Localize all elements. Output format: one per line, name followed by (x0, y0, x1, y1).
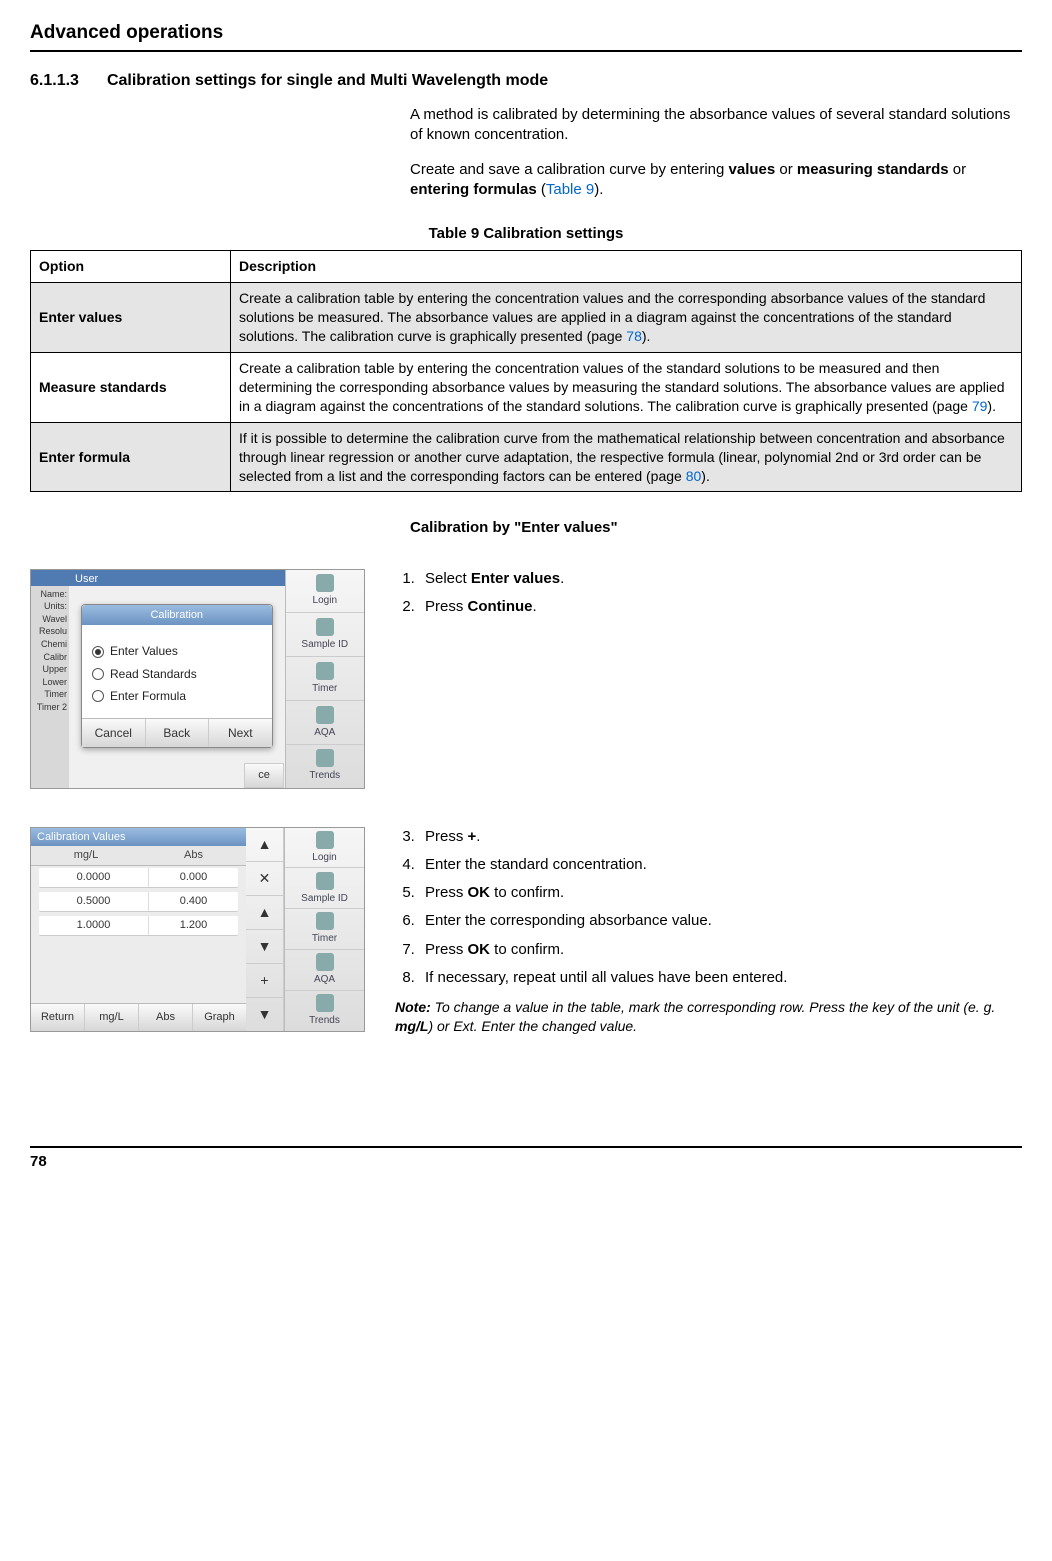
calibration-settings-table: Option Description Enter values Create a… (30, 250, 1022, 492)
steps-block-1: Select Enter values. Press Continue. (395, 569, 1022, 628)
option-cell: Enter formula (31, 422, 231, 492)
trends-icon (316, 749, 334, 767)
sidebar-timer[interactable]: Timer (286, 656, 364, 700)
calibration-dialog-screenshot: Name: Units: Wavel Resolu Chemi Calibr U… (30, 569, 365, 789)
col-option: Option (31, 251, 231, 283)
trends-icon (316, 994, 334, 1012)
col-mgl: mg/L (31, 848, 141, 863)
intro-text: A method is calibrated by determining th… (410, 105, 1022, 200)
sample-id-icon (316, 618, 334, 636)
plus-icon[interactable]: + (246, 963, 283, 997)
cancel-button[interactable]: Cancel (82, 719, 145, 747)
step-4: Enter the standard concentration. (419, 855, 1022, 875)
step-5: Press OK to confirm. (419, 883, 1022, 903)
nav-up-icon[interactable]: ▲ (246, 828, 283, 861)
arrow-up-icon[interactable]: ▲ (246, 895, 283, 929)
aqa-icon (316, 706, 334, 724)
sidebar-sample-id[interactable]: Sample ID (285, 867, 364, 908)
back-button[interactable]: Back (145, 719, 209, 747)
page-number: 78 (30, 1153, 47, 1170)
desc-cell: Create a calibration table by entering t… (231, 283, 1022, 353)
desc-cell: If it is possible to determine the calib… (231, 422, 1022, 492)
desc-cell: Create a calibration table by entering t… (231, 353, 1022, 423)
calibration-method-header: Calibration by "Enter values" (410, 518, 1022, 538)
values-title-bar: Calibration Values (31, 828, 246, 847)
col-description: Description (231, 251, 1022, 283)
step-3: Press +. (419, 827, 1022, 847)
sidebar-trends[interactable]: Trends (285, 990, 364, 1031)
obscured-labels: Name: Units: Wavel Resolu Chemi Calibr U… (31, 570, 69, 788)
nav-down-icon[interactable]: ▼ (246, 997, 283, 1031)
page-footer: 78 (30, 1146, 1022, 1172)
abs-button[interactable]: Abs (138, 1004, 192, 1031)
sidebar-trends[interactable]: Trends (286, 744, 364, 788)
mgl-button[interactable]: mg/L (84, 1004, 138, 1031)
calibration-values-screenshot: Calibration Values mg/L Abs 0.00000.000 … (30, 827, 365, 1032)
login-icon (316, 831, 334, 849)
timer-icon (316, 912, 334, 930)
arrow-down-icon[interactable]: ▼ (246, 929, 283, 963)
value-row[interactable]: 1.00001.200 (39, 916, 238, 936)
sidebar-login[interactable]: Login (285, 828, 364, 868)
timer-icon (316, 662, 334, 680)
value-row[interactable]: 0.00000.000 (39, 868, 238, 888)
sidebar-aqa[interactable]: AQA (286, 700, 364, 744)
sidebar-sample-id[interactable]: Sample ID (286, 612, 364, 656)
table-row: Measure standards Create a calibration t… (31, 353, 1022, 423)
radio-enter-values[interactable]: Enter Values (92, 643, 262, 659)
radio-read-standards[interactable]: Read Standards (92, 666, 262, 682)
radio-enter-formula[interactable]: Enter Formula (92, 688, 262, 704)
calibration-dialog: Calibration Enter Values Read Standards … (81, 604, 273, 749)
right-sidebar: Login Sample ID Timer AQA Trends (284, 828, 364, 1031)
radio-icon (92, 646, 104, 658)
step-2: Press Continue. (419, 597, 1022, 617)
step-8: If necessary, repeat until all values ha… (419, 968, 1022, 988)
values-header: mg/L Abs (31, 846, 246, 866)
intro-p2: Create and save a calibration curve by e… (410, 160, 1022, 201)
subsection-title: Calibration settings for single and Mult… (107, 70, 548, 92)
intro-p1: A method is calibrated by determining th… (410, 105, 1022, 146)
step-1: Select Enter values. (419, 569, 1022, 589)
col-abs: Abs (141, 848, 246, 863)
radio-icon (92, 690, 104, 702)
option-cell: Measure standards (31, 353, 231, 423)
sidebar-aqa[interactable]: AQA (285, 949, 364, 990)
table-9-link[interactable]: Table 9 (546, 181, 594, 198)
login-icon (316, 574, 334, 592)
nav-column: ▲ ✕ ▲ ▼ + ▼ (246, 828, 284, 1031)
divider (30, 50, 1022, 52)
note-text: Note: To change a value in the table, ma… (395, 998, 1022, 1036)
page-title: Advanced operations (30, 20, 1022, 46)
page-link[interactable]: 79 (972, 398, 988, 414)
aqa-icon (316, 953, 334, 971)
page-link[interactable]: 80 (686, 468, 702, 484)
steps-block-2: Press +. Enter the standard concentratio… (395, 827, 1022, 1036)
step-6: Enter the corresponding absorbance value… (419, 911, 1022, 931)
table-row: Enter formula If it is possible to deter… (31, 422, 1022, 492)
value-row[interactable]: 0.50000.400 (39, 892, 238, 912)
partial-button[interactable]: ce (244, 763, 284, 788)
sidebar-timer[interactable]: Timer (285, 908, 364, 949)
subsection-heading: 6.1.1.3 Calibration settings for single … (30, 70, 1022, 92)
delete-icon[interactable]: ✕ (246, 861, 283, 895)
window-title-bar: User (69, 570, 285, 586)
right-sidebar: Login Sample ID Timer AQA Trends (285, 570, 364, 788)
next-button[interactable]: Next (208, 719, 272, 747)
table-row: Enter values Create a calibration table … (31, 283, 1022, 353)
subsection-number: 6.1.1.3 (30, 70, 79, 92)
return-button[interactable]: Return (31, 1004, 84, 1031)
table-caption: Table 9 Calibration settings (30, 224, 1022, 244)
dialog-title: Calibration (82, 605, 272, 626)
step-7: Press OK to confirm. (419, 940, 1022, 960)
radio-icon (92, 668, 104, 680)
sample-id-icon (316, 872, 334, 890)
sidebar-login[interactable]: Login (286, 570, 364, 613)
graph-button[interactable]: Graph (192, 1004, 246, 1031)
page-link[interactable]: 78 (626, 328, 642, 344)
option-cell: Enter values (31, 283, 231, 353)
